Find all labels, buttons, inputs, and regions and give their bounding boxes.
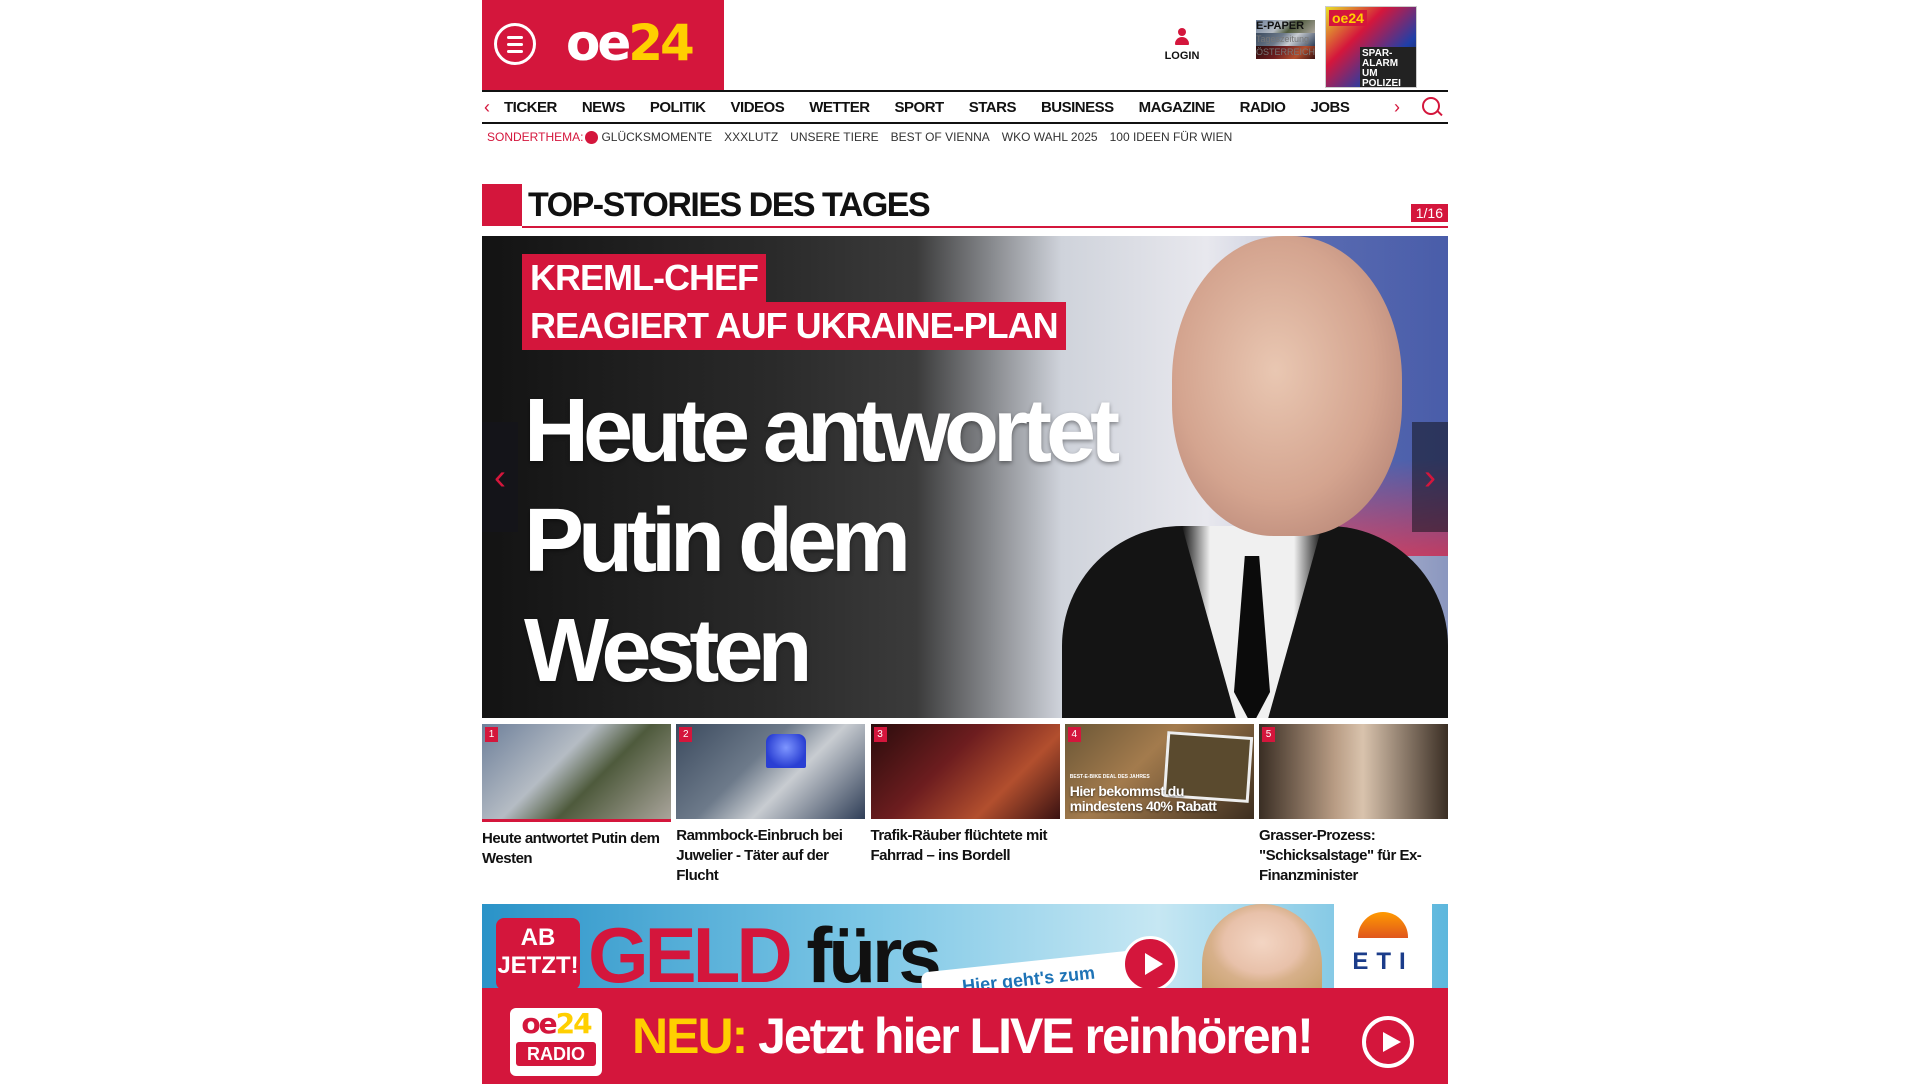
story-thumb-ad[interactable]: 4 BEST-E-BIKE DEAL DES JAHRES Hier bekom…: [1064, 724, 1254, 894]
nav-item-stars[interactable]: STARS: [969, 99, 1017, 116]
special-topic-item[interactable]: BEST OF VIENNA: [891, 130, 990, 144]
special-topic-item[interactable]: GLÜCKSMOMENTE: [601, 130, 712, 144]
nav-item-sport[interactable]: SPORT: [895, 99, 945, 116]
nav-item-news[interactable]: NEWS: [582, 99, 626, 116]
radio-play-icon[interactable]: [1362, 1016, 1414, 1068]
slider-prev-button[interactable]: ‹: [482, 422, 518, 532]
special-topic-item[interactable]: 100 IDEEN FÜR WIEN: [1110, 130, 1233, 144]
special-topic-item[interactable]: WKO WAHL 2025: [1002, 130, 1098, 144]
search-icon[interactable]: [1422, 97, 1440, 115]
epaper-cover-headline: SPAR-ALARM UM POLIZEI: [1360, 47, 1416, 87]
site-logo[interactable]: oe24: [566, 14, 695, 72]
thumb-caption: Heute antwortet Putin dem Westen: [482, 830, 660, 867]
ad-small-label: BEST-E-BIKE DEAL DES JAHRES: [1069, 774, 1150, 780]
thumb-number: 5: [1262, 727, 1275, 742]
ad-banner[interactable]: AB JETZT! GELD fürs Hier geht's zum ETI: [482, 904, 1448, 990]
epaper-subtitle: Tageszeitung: [1256, 33, 1316, 46]
hero-image-face: [1172, 236, 1402, 536]
thumb-number: 4: [1067, 727, 1081, 742]
epaper-title: E-PAPER: [1256, 20, 1316, 33]
radio-banner[interactable]: oe24 RADIO NEU: Jetzt hier LIVE reinhöre…: [482, 988, 1448, 1084]
thumb-caption: Grasser-Prozess: "Schicksalstage" für Ex…: [1259, 827, 1422, 884]
login-button[interactable]: LOGIN: [1162, 28, 1202, 64]
hero-slide[interactable]: KREML-CHEF REAGIERT AUF UKRAINE-PLAN Heu…: [482, 236, 1448, 718]
story-thumbnails: 1 Heute antwortet Putin dem Westen 2 Ram…: [482, 724, 1448, 894]
story-thumb[interactable]: 3 Trafik-Räuber flüchtete mit Fahrrad – …: [870, 724, 1060, 894]
radio-cta-text: Jetzt hier LIVE reinhören!: [758, 1008, 1314, 1064]
thumb-image: 5: [1259, 724, 1448, 819]
radio-banner-text: NEU: Jetzt hier LIVE reinhören!: [632, 1006, 1314, 1066]
page: oe24 LOGIN E-PAPER Tageszeitung ÖSTERREI…: [482, 0, 1448, 1084]
nav-item-jobs[interactable]: JOBS: [1310, 99, 1349, 116]
hero-kicker-line1: KREML-CHEF: [522, 254, 766, 302]
radio-neu-label: NEU:: [632, 1008, 748, 1064]
main-nav: ‹ TICKER NEWS POLITIK VIDEOS WETTER SPOR…: [482, 90, 1448, 124]
nav-item-magazine[interactable]: MAGAZINE: [1139, 99, 1216, 116]
nav-item-business[interactable]: BUSINESS: [1041, 99, 1114, 116]
user-icon: [1175, 28, 1189, 46]
ad-overlay-text: Hier bekommst du mindestens 40% Rabatt: [1069, 783, 1217, 814]
nav-item-radio[interactable]: RADIO: [1240, 99, 1286, 116]
hero-kicker-line2: REAGIERT AUF UKRAINE-PLAN: [522, 302, 1066, 350]
special-topic-item[interactable]: XXXLUTZ: [724, 130, 778, 144]
thumb-image: 2: [676, 724, 866, 819]
menu-icon[interactable]: [494, 23, 536, 65]
hero-headline[interactable]: Heute antwortet Putin dem Westen: [524, 376, 1144, 706]
ad-person-image: [1202, 904, 1322, 990]
slide-counter: 1/16: [1410, 204, 1448, 222]
slider-next-button[interactable]: ›: [1412, 422, 1448, 532]
ad-badge: AB JETZT!: [496, 918, 580, 990]
logo-box: oe24: [482, 0, 724, 90]
ad-play-icon[interactable]: [1122, 936, 1178, 990]
police-light-icon: [766, 734, 807, 768]
thumb-caption: Trafik-Räuber flüchtete mit Fahrrad – in…: [870, 827, 1048, 864]
epaper-cover-image[interactable]: oe24 SPAR-ALARM UM POLIZEI: [1325, 6, 1417, 88]
thumb-number: 3: [873, 727, 887, 742]
nav-prev-icon[interactable]: ‹: [484, 97, 490, 118]
nav-next-icon[interactable]: ›: [1394, 97, 1400, 118]
special-topic-item[interactable]: UNSERE TIERE: [790, 130, 878, 144]
thumb-number: 2: [679, 727, 693, 742]
epaper-link[interactable]: E-PAPER Tageszeitung ÖSTERREICH: [1256, 20, 1316, 59]
heart-icon: [585, 130, 599, 144]
ad-headline: GELD fürs: [588, 910, 942, 990]
hero-headline-line: Heute antwortet: [524, 381, 1120, 481]
login-label: LOGIN: [1164, 50, 1200, 62]
thumb-image: 3: [870, 724, 1060, 819]
special-topics-label: SONDERTHEMA:: [487, 130, 584, 144]
thumb-number: 1: [485, 727, 498, 742]
nav-item-videos[interactable]: VIDEOS: [731, 99, 785, 116]
story-thumb[interactable]: 5 Grasser-Prozess: "Schicksalstage" für …: [1259, 724, 1448, 894]
radio-logo: oe24 RADIO: [510, 1008, 602, 1076]
section-divider: [522, 226, 1448, 228]
ad-headline-red: GELD: [588, 911, 793, 990]
thumb-image: 1: [482, 724, 671, 822]
sun-icon: [1358, 912, 1408, 938]
epaper-cover-logo: oe24: [1329, 10, 1367, 26]
nav-list: TICKER NEWS POLITIK VIDEOS WETTER SPORT …: [504, 99, 1374, 116]
nav-item-ticker[interactable]: TICKER: [504, 99, 557, 116]
thumb-caption: Rammbock-Einbruch bei Juwelier - Täter a…: [676, 827, 843, 884]
radio-logo-oe24: oe24: [521, 1007, 592, 1040]
hero-kicker: KREML-CHEF REAGIERT AUF UKRAINE-PLAN: [522, 254, 1066, 350]
hero-headline-line: Westen: [524, 601, 812, 701]
ad-brand-name: ETI: [1352, 948, 1414, 975]
epaper-country: ÖSTERREICH: [1256, 46, 1316, 59]
section-marker: [482, 184, 522, 226]
site-header: oe24 LOGIN E-PAPER Tageszeitung ÖSTERREI…: [482, 0, 1448, 90]
nav-item-wetter[interactable]: WETTER: [809, 99, 870, 116]
nav-item-politik[interactable]: POLITIK: [650, 99, 706, 116]
ad-brand-logo: ETI: [1334, 904, 1432, 990]
section-title: TOP-STORIES DES TAGES: [528, 186, 931, 224]
hero-headline-line: Putin dem: [524, 491, 911, 591]
thumb-image: 4 BEST-E-BIKE DEAL DES JAHRES Hier bekom…: [1064, 724, 1254, 819]
ad-headline-dark: fürs: [806, 911, 941, 990]
top-stories-header: TOP-STORIES DES TAGES 1/16: [482, 184, 1448, 230]
story-thumb[interactable]: 2 Rammbock-Einbruch bei Juwelier - Täter…: [676, 724, 866, 894]
story-thumb[interactable]: 1 Heute antwortet Putin dem Westen: [482, 724, 671, 894]
radio-logo-label: RADIO: [516, 1042, 596, 1066]
special-topics-bar: SONDERTHEMA: GLÜCKSMOMENTE XXXLUTZ UNSER…: [487, 130, 1244, 144]
